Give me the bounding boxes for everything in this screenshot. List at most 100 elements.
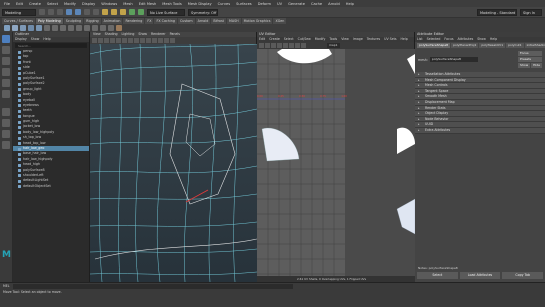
lasso-tool-icon[interactable] [2, 46, 10, 54]
new-scene-icon[interactable] [39, 9, 45, 15]
attribute-tab[interactable]: polyTweakUV1 [479, 43, 506, 48]
uv-shell-icon[interactable] [259, 43, 264, 48]
snap-curve-icon[interactable] [111, 9, 117, 15]
menu-item-display[interactable]: Display [82, 2, 95, 6]
sign-in-button[interactable]: Sign In [520, 8, 542, 16]
hide-button[interactable]: Hide [531, 63, 542, 68]
shelf-tab[interactable]: Animation [101, 18, 123, 24]
attribute-menu-item[interactable]: Selected [427, 37, 441, 42]
cylinder-icon[interactable] [20, 25, 26, 31]
menu-item-mesh-display[interactable]: Mesh Display [188, 2, 212, 6]
workspace-selector[interactable]: Modeling - Standard [477, 8, 517, 16]
node-name-field[interactable]: polySurfaceShape8 [429, 57, 478, 62]
snap-point-icon[interactable] [120, 9, 126, 15]
uv-image-icon[interactable] [289, 43, 294, 48]
torus-icon[interactable] [36, 25, 42, 31]
single-layout-icon[interactable] [2, 108, 10, 116]
menu-item-windows[interactable]: Windows [101, 2, 117, 6]
uv-rotate-icon[interactable] [301, 43, 306, 48]
combine-icon[interactable] [44, 25, 50, 31]
presets-button[interactable]: Presets [518, 57, 542, 62]
lights-icon[interactable] [152, 38, 157, 43]
target-weld-icon[interactable] [92, 25, 98, 31]
menu-item-arnold[interactable]: Arnold [328, 2, 340, 6]
open-scene-icon[interactable] [48, 9, 54, 15]
attribute-tab[interactable]: polyPlanarProj1 [451, 43, 479, 48]
scale-tool-icon[interactable] [2, 90, 10, 98]
menu-item-generate[interactable]: Generate [288, 2, 305, 6]
copy-tab-button[interactable]: Copy Tab [502, 272, 544, 279]
viewport-menu-item[interactable]: View [93, 32, 101, 37]
uv-menu-item[interactable]: Modify [315, 37, 326, 42]
viewport-menu-item[interactable]: Renderer [151, 32, 166, 37]
attribute-menu-item[interactable]: List [417, 37, 423, 42]
viewport-menu-item[interactable]: Panels [170, 32, 180, 37]
outliner-menu-item[interactable]: Display [15, 37, 27, 42]
menu-item-surfaces[interactable]: Surfaces [236, 2, 252, 6]
image-plane-icon[interactable] [104, 38, 109, 43]
viewport-menu-item[interactable]: Show [138, 32, 147, 37]
load-attributes-button[interactable]: Load Attributes [459, 272, 501, 279]
paint-select-icon[interactable] [2, 57, 10, 65]
uv-menu-item[interactable]: View [341, 37, 349, 42]
cube-icon[interactable] [4, 25, 10, 31]
shelf-tab[interactable]: FX [145, 18, 154, 24]
shelf-tab[interactable]: Rendering [123, 18, 145, 24]
attribute-menu-item[interactable]: Help [490, 37, 497, 42]
focus-button[interactable]: Focus [518, 51, 542, 56]
uv-distortion-icon[interactable] [271, 43, 276, 48]
menu-item-mesh-tools[interactable]: Mesh Tools [162, 2, 181, 6]
save-scene-icon[interactable] [57, 9, 63, 15]
mel-input[interactable] [12, 284, 293, 289]
uv-flip-icon[interactable] [295, 43, 300, 48]
outliner-menu-item[interactable]: Help [43, 37, 50, 42]
attribute-tab[interactable]: initialShading [524, 43, 545, 48]
uv-menu-item[interactable]: Create [269, 37, 280, 42]
shelf-tab[interactable]: Custom [178, 18, 195, 24]
select-hierarchy-icon[interactable] [84, 9, 90, 15]
attribute-section[interactable]: Extra Attributes [415, 127, 545, 134]
shelf-tab[interactable]: Rigging [84, 18, 101, 24]
outliner-layout-icon[interactable] [2, 141, 10, 149]
snap-grid-icon[interactable] [102, 9, 108, 15]
uv-menu-item[interactable]: Tools [329, 37, 337, 42]
shelf-tab[interactable]: Poly Modeling [35, 18, 63, 24]
menu-item-curves[interactable]: Curves [218, 2, 230, 6]
rotate-tool-icon[interactable] [2, 79, 10, 87]
menu-item-modify[interactable]: Modify [64, 2, 76, 6]
uv-grid-icon[interactable] [277, 43, 282, 48]
shelf-tab[interactable]: XGen [273, 18, 287, 24]
grid-toggle-icon[interactable] [110, 38, 115, 43]
uv-menu-item[interactable]: Textures [367, 37, 380, 42]
smooth-icon[interactable] [100, 25, 106, 31]
smooth-shade-icon[interactable] [134, 38, 139, 43]
shadows-icon[interactable] [158, 38, 163, 43]
uv-menu-item[interactable]: Cut/Sew [298, 37, 311, 42]
shelf-tab[interactable]: Bifrost [211, 18, 226, 24]
live-surface-field[interactable]: No Live Surface [147, 8, 185, 16]
extrude-icon[interactable] [60, 25, 66, 31]
shelf-tab[interactable]: MASH [226, 18, 241, 24]
bevel-icon[interactable] [76, 25, 82, 31]
viewport-menu-item[interactable]: Shading [105, 32, 118, 37]
uv-canvas[interactable]: 0.00 0.25 0.50 0.75 1.00 2.61 UV Shells,… [257, 49, 415, 282]
menu-item-create[interactable]: Create [29, 2, 41, 6]
four-view-layout-icon[interactable] [2, 119, 10, 127]
outliner-menu-item[interactable]: Show [31, 37, 40, 42]
attribute-menu-item[interactable]: Focus [444, 37, 453, 42]
multicut-icon[interactable] [84, 25, 90, 31]
ipr-render-icon[interactable] [138, 9, 144, 15]
film-gate-icon[interactable] [116, 38, 121, 43]
shelf-tab[interactable]: Sculpting [63, 18, 84, 24]
menu-item-mesh[interactable]: Mesh [123, 2, 132, 6]
resolution-gate-icon[interactable] [122, 38, 127, 43]
uv-menu-item[interactable]: Edit [259, 37, 265, 42]
menu-item-file[interactable]: File [4, 2, 10, 6]
uv-editor-icon[interactable] [116, 25, 122, 31]
camera-icon[interactable] [92, 38, 97, 43]
undo-icon[interactable] [66, 9, 72, 15]
select-button[interactable]: Select [417, 272, 458, 279]
attribute-menu-item[interactable]: Show [477, 37, 486, 42]
attribute-menu-item[interactable]: Attributes [458, 37, 474, 42]
shelf-tab[interactable]: Motion Graphics [241, 18, 273, 24]
